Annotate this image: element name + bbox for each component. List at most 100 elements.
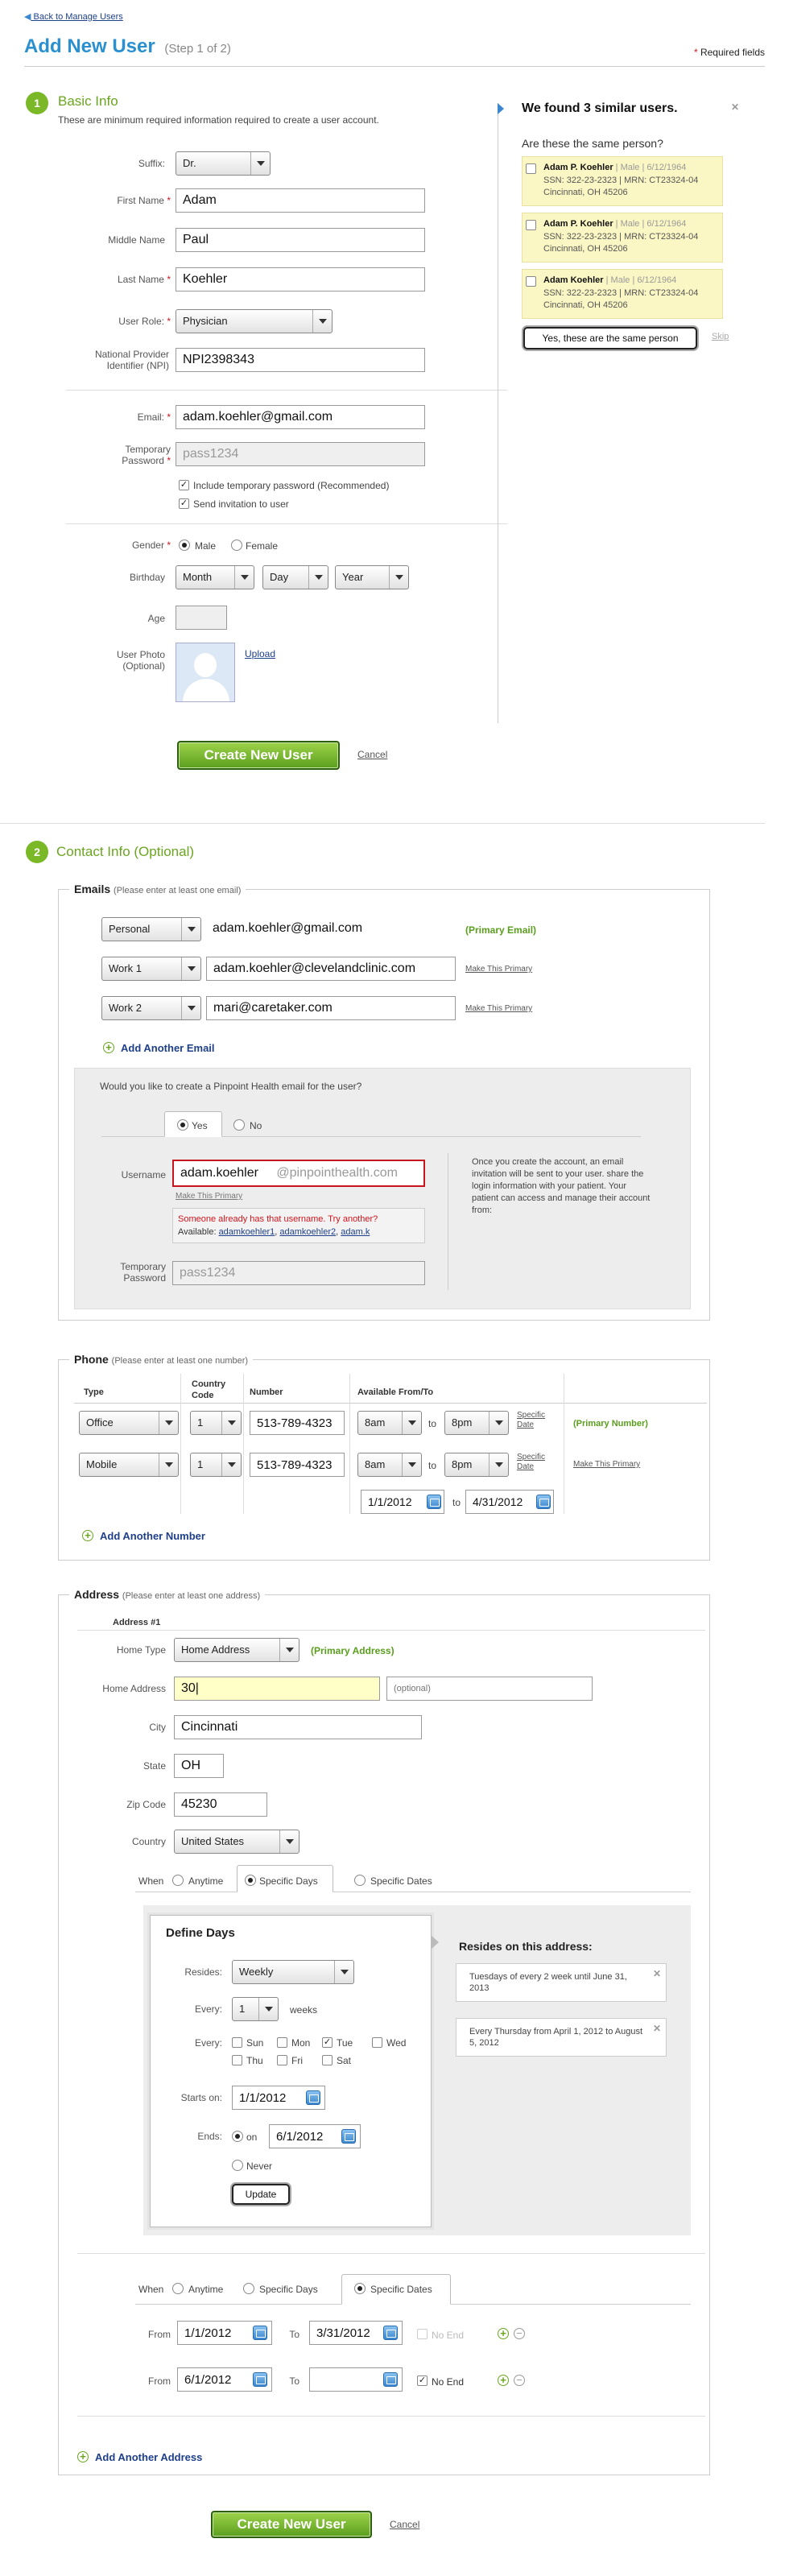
middle-name-input[interactable] [176,228,425,252]
country-code-select[interactable]: 1 [190,1453,242,1477]
email-input[interactable] [176,405,425,429]
phone-number-input[interactable] [250,1411,345,1435]
add-email-link[interactable]: Add Another Email [121,1042,215,1054]
username-suggestion-link[interactable]: adamkoehler2 [279,1227,336,1237]
resides-frequency-select[interactable]: Weekly [232,1960,354,1984]
calendar-icon[interactable] [427,1495,441,1509]
when-specific-days-radio[interactable] [245,1875,256,1886]
email-type-select[interactable]: Personal [101,917,201,941]
email-address-input[interactable] [206,957,456,981]
when-specific-days-radio[interactable] [243,2283,254,2294]
calendar-icon[interactable] [536,1495,551,1509]
birthday-year-select[interactable]: Year [335,565,409,589]
no-end-checkbox[interactable]: ✓ [417,2375,428,2386]
make-primary-link[interactable]: Make This Primary [465,1004,532,1013]
add-date-plus-icon[interactable]: + [498,2328,509,2339]
country-code-select[interactable]: 1 [190,1411,242,1435]
day-mon-checkbox[interactable] [277,2037,287,2048]
day-sun-checkbox[interactable] [232,2037,242,2048]
when-anytime-radio[interactable] [172,2283,184,2294]
calendar-icon[interactable] [253,2326,267,2340]
back-link[interactable]: ◀ Back to Manage Users [24,11,123,22]
similar-user-card[interactable]: Adam Koehler | Male | 6/12/1964 SSN: 322… [522,269,723,319]
home-address-line2-input[interactable] [386,1677,593,1701]
last-name-input[interactable] [176,267,425,292]
phone-number-input[interactable] [250,1453,345,1477]
calendar-icon[interactable] [306,2090,320,2105]
calendar-icon[interactable] [383,2326,398,2340]
include-temp-checkbox[interactable]: ✓ [179,480,189,490]
calendar-icon[interactable] [341,2129,356,2144]
add-address-plus-icon[interactable]: + [77,2451,89,2462]
add-date-plus-icon[interactable]: + [498,2375,509,2386]
remove-icon[interactable]: ✕ [653,1968,661,1979]
zip-input[interactable] [174,1792,267,1817]
npi-input[interactable] [176,348,425,372]
specific-date-link[interactable]: Specific Date [517,1453,554,1472]
city-input[interactable] [174,1715,422,1739]
make-primary-link[interactable]: Make This Primary [465,965,532,974]
day-sat-checkbox[interactable] [322,2055,333,2065]
email-address-input[interactable]: adam.koehler@gmail.com [206,917,456,941]
gender-male-radio[interactable] [179,540,190,551]
cancel-link-bottom[interactable]: Cancel [390,2519,419,2530]
username-suggestion-link[interactable]: adamkoehler1 [219,1227,275,1237]
upload-link[interactable]: Upload [245,648,275,660]
remove-date-minus-icon[interactable]: − [514,2375,525,2386]
add-address-link[interactable]: Add Another Address [95,2451,202,2463]
day-fri-checkbox[interactable] [277,2055,287,2065]
close-icon[interactable]: ✕ [731,101,739,113]
no-end-checkbox[interactable] [417,2329,428,2339]
same-person-button[interactable]: Yes, these are the same person [523,327,697,349]
day-tue-checkbox[interactable]: ✓ [322,2037,333,2048]
remove-icon[interactable]: ✕ [653,2023,661,2034]
make-primary-link[interactable]: Make This Primary [176,1192,242,1201]
add-number-plus-icon[interactable]: + [82,1530,93,1541]
cancel-link-top[interactable]: Cancel [357,749,387,760]
similar-user-checkbox[interactable] [526,276,536,287]
available-from-select[interactable]: 8am [357,1453,422,1477]
suffix-select[interactable]: Dr. [176,151,271,176]
when-specific-dates-radio[interactable] [354,2283,366,2294]
email-address-input[interactable] [206,996,456,1020]
birthday-day-select[interactable]: Day [262,565,328,589]
phone-type-select[interactable]: Mobile [79,1453,179,1477]
similar-user-checkbox[interactable] [526,163,536,174]
day-thu-checkbox[interactable] [232,2055,242,2065]
specific-date-link[interactable]: Specific Date [517,1411,554,1430]
pinpoint-temp-input[interactable] [172,1261,425,1285]
when-specific-dates-radio[interactable] [354,1875,366,1886]
update-button[interactable]: Update [232,2184,290,2205]
state-input[interactable] [174,1754,224,1778]
phone-type-select[interactable]: Office [79,1411,179,1435]
similar-user-card[interactable]: Adam P. Koehler | Male | 6/12/1964 SSN: … [522,156,723,206]
when-anytime-radio[interactable] [172,1875,184,1886]
remove-date-minus-icon[interactable]: − [514,2328,525,2339]
birthday-month-select[interactable]: Month [176,565,254,589]
create-user-button-bottom[interactable]: Create New User [211,2511,372,2538]
pinpoint-no-radio[interactable] [233,1119,245,1131]
available-to-select[interactable]: 8pm [444,1411,509,1435]
ends-on-radio[interactable] [232,2131,243,2142]
username-field[interactable]: adam.koehler @pinpointhealth.com [172,1160,425,1187]
calendar-icon[interactable] [383,2372,398,2387]
day-wed-checkbox[interactable] [372,2037,382,2048]
send-invite-checkbox[interactable]: ✓ [179,498,189,509]
available-to-select[interactable]: 8pm [444,1453,509,1477]
skip-link[interactable]: Skip [712,332,729,341]
username-suggestion-link[interactable]: adam.k [341,1227,370,1237]
first-name-input[interactable] [176,188,425,213]
make-primary-link[interactable]: Make This Primary [573,1460,640,1469]
calendar-icon[interactable] [253,2372,267,2387]
country-select[interactable]: United States [174,1830,299,1854]
gender-female-radio[interactable] [231,540,242,551]
home-address-input[interactable] [174,1677,380,1701]
add-email-plus-icon[interactable]: + [103,1042,114,1053]
home-type-select[interactable]: Home Address [174,1638,299,1662]
add-number-link[interactable]: Add Another Number [100,1530,205,1542]
available-from-select[interactable]: 8am [357,1411,422,1435]
email-type-select[interactable]: Work 2 [101,996,201,1020]
pinpoint-yes-radio[interactable] [177,1119,188,1131]
temp-password-input[interactable] [176,442,425,466]
create-user-button-top[interactable]: Create New User [177,741,340,770]
